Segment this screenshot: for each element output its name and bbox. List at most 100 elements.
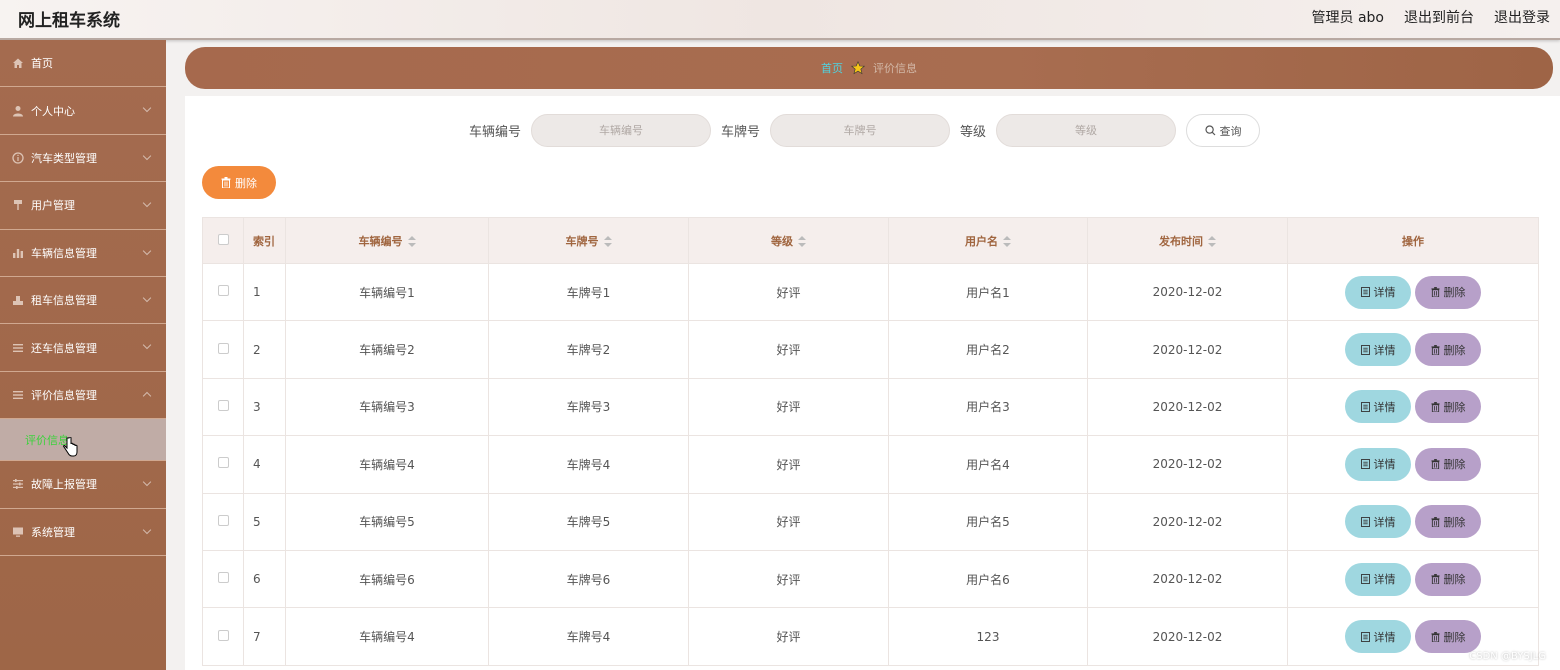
sidebar-item-car-type[interactable]: 汽车类型管理: [0, 135, 166, 183]
cell-index: 5: [243, 492, 286, 551]
select-all-checkbox[interactable]: [217, 233, 229, 245]
detail-button[interactable]: 详情: [1345, 333, 1411, 367]
cell-time: 2020-12-02: [1087, 492, 1288, 551]
row-delete-button[interactable]: 删除: [1415, 275, 1481, 309]
trash-icon: [1430, 287, 1440, 298]
home-icon: [11, 56, 25, 70]
frontend-link[interactable]: 退出到前台: [1404, 7, 1474, 27]
row-checkbox[interactable]: [217, 342, 229, 354]
detail-button[interactable]: 详情: [1345, 275, 1411, 309]
app-title: 网上租车系统: [18, 11, 120, 31]
detail-button[interactable]: 详情: [1345, 447, 1411, 481]
row-checkbox[interactable]: [217, 514, 229, 526]
hand-cursor-icon: [63, 437, 78, 457]
detail-button[interactable]: 详情: [1345, 390, 1411, 424]
top-header: 网上租车系统 管理员 abo 退出到前台 退出登录: [0, 0, 1560, 40]
row-checkbox[interactable]: [217, 572, 229, 584]
row-delete-label: 删除: [1443, 286, 1466, 300]
row-delete-label: 删除: [1443, 343, 1466, 357]
sidebar-item-fault-report[interactable]: 故障上报管理: [0, 461, 166, 509]
detail-button[interactable]: 详情: [1345, 620, 1411, 654]
sidebar-item-label: 评价信息管理: [31, 388, 97, 402]
trash-icon: [1430, 574, 1440, 585]
chevron-down-icon: [142, 525, 152, 534]
sidebar-item-vehicle-info[interactable]: 车辆信息管理: [0, 230, 166, 277]
cell-level: 好评: [688, 262, 889, 322]
level-input[interactable]: [996, 114, 1177, 147]
document-icon: [1360, 516, 1370, 527]
chart-icon: [11, 246, 25, 260]
row-delete-button[interactable]: 删除: [1415, 447, 1481, 481]
row-delete-button[interactable]: 删除: [1415, 620, 1481, 654]
sort-icon[interactable]: [603, 236, 612, 247]
cell-index: 3: [243, 377, 286, 437]
cell-vehicle-no: 车辆编号4: [285, 435, 489, 494]
detail-button[interactable]: 详情: [1345, 562, 1411, 596]
sidebar-item-personal[interactable]: 个人中心: [0, 87, 166, 135]
vehicle-no-input[interactable]: [531, 114, 712, 147]
select-all-cell: [202, 217, 244, 264]
cell-username: 用户名6: [888, 549, 1088, 609]
detail-button[interactable]: 详情: [1345, 505, 1411, 539]
row-checkbox[interactable]: [217, 629, 229, 641]
cell-username: 用户名1: [888, 262, 1088, 322]
row-checkbox[interactable]: [217, 399, 229, 411]
cell-actions: 详情 删除: [1287, 549, 1539, 609]
row-checkbox[interactable]: [217, 457, 229, 469]
table-row: 2 车辆编号2 车牌号2 好评 用户名2 2020-12-02 详情 删除: [202, 320, 1539, 379]
trash-icon: [1430, 516, 1440, 527]
row-delete-button[interactable]: 删除: [1415, 505, 1481, 539]
table-header-row: 索引 车辆编号 车牌号 等级 用户名 发布时间 操作: [202, 217, 1539, 264]
cell-vehicle-no: 车辆编号5: [285, 492, 489, 551]
chevron-down-icon: [142, 198, 152, 208]
sidebar-item-review-info[interactable]: 评价信息管理: [0, 372, 166, 420]
sidebar-item-rental-info[interactable]: 租车信息管理: [0, 277, 166, 325]
row-checkbox[interactable]: [217, 285, 229, 297]
row-select-cell: [202, 435, 244, 494]
stamp-icon: [11, 293, 25, 307]
cell-time: 2020-12-02: [1087, 320, 1288, 379]
sort-icon[interactable]: [407, 236, 416, 247]
watermark: CSDN @BYSJLG: [1469, 651, 1546, 662]
row-delete-button[interactable]: 删除: [1415, 390, 1481, 424]
monitor-icon: [11, 525, 25, 539]
cell-index: 1: [243, 262, 286, 322]
sort-icon[interactable]: [798, 236, 806, 247]
logout-link[interactable]: 退出登录: [1494, 7, 1550, 27]
cell-level: 好评: [688, 607, 889, 666]
row-delete-button[interactable]: 删除: [1415, 562, 1481, 596]
row-delete-button[interactable]: 删除: [1415, 333, 1481, 367]
sidebar-item-system[interactable]: 系统管理: [0, 509, 166, 556]
sort-icon[interactable]: [1003, 236, 1011, 247]
row-delete-label: 删除: [1443, 400, 1466, 414]
col-header-username[interactable]: 用户名: [888, 217, 1088, 264]
col-header-vehicle-no[interactable]: 车辆编号: [285, 217, 489, 264]
sort-icon[interactable]: [1208, 236, 1216, 247]
cell-actions: 详情 删除: [1287, 435, 1539, 494]
detail-label: 详情: [1373, 286, 1396, 300]
cell-actions: 详情 删除: [1287, 377, 1539, 437]
trash-icon: [1430, 344, 1440, 355]
detail-label: 详情: [1373, 400, 1396, 414]
batch-delete-button[interactable]: 删除: [202, 166, 276, 199]
plate-input[interactable]: [770, 114, 951, 147]
sidebar-item-return-info[interactable]: 还车信息管理: [0, 324, 166, 372]
breadcrumb-home[interactable]: 首页: [821, 60, 843, 76]
cell-vehicle-no: 车辆编号2: [285, 320, 489, 379]
detail-label: 详情: [1373, 458, 1396, 472]
chevron-down-icon: [142, 246, 152, 255]
table-row: 5 车辆编号5 车牌号5 好评 用户名5 2020-12-02 详情 删除: [202, 492, 1539, 551]
cell-level: 好评: [688, 492, 889, 551]
plate-label: 车牌号: [721, 125, 761, 140]
sidebar-item-users[interactable]: 用户管理: [0, 182, 166, 230]
col-header-plate[interactable]: 车牌号: [488, 217, 689, 264]
trash-icon: [1430, 631, 1440, 642]
sidebar: 首页 个人中心 汽车类型管理 用户管理 车辆信息管理 租车信息管理 还车信息管理…: [0, 40, 166, 670]
col-header-level[interactable]: 等级: [688, 217, 889, 264]
col-header-time[interactable]: 发布时间: [1087, 217, 1288, 264]
cell-index: 7: [243, 607, 286, 666]
cell-time: 2020-12-02: [1087, 549, 1288, 609]
sidebar-item-home[interactable]: 首页: [0, 40, 166, 88]
query-button[interactable]: 查询: [1186, 114, 1261, 147]
sidebar-subitem-review[interactable]: 评价信息: [0, 419, 166, 462]
